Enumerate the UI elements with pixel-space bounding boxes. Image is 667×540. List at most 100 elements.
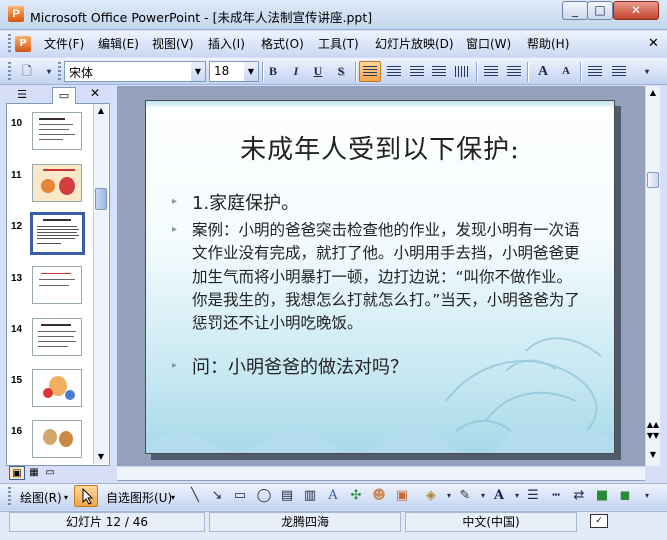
bold-button[interactable]: B: [262, 61, 284, 82]
next-slide-icon[interactable]: ▼▼: [646, 431, 660, 440]
toolbar-grip-handle[interactable]: [8, 62, 11, 82]
slide-sorter-view-button[interactable]: ▦: [26, 466, 42, 480]
decrease-font-button[interactable]: A: [555, 61, 577, 82]
slide-vertical-scrollbar[interactable]: ▲ ▲▲ ▼▼ ▼: [645, 86, 660, 466]
window-title: Microsoft Office PowerPoint - [未成年人法制宣传讲…: [30, 10, 373, 25]
autoshapes-menu-button[interactable]: 自选图形(U): [106, 489, 172, 506]
font-size-select[interactable]: 18 ▼: [209, 61, 259, 82]
toolbar-options-icon[interactable]: ▾: [638, 488, 656, 504]
fill-color-icon[interactable]: ◈: [422, 488, 440, 504]
slide-thumbnail-12[interactable]: [30, 212, 85, 255]
3d-style-icon[interactable]: ◼: [616, 488, 634, 504]
slide-thumbnail-11[interactable]: [32, 164, 82, 202]
normal-view-button[interactable]: ▣: [9, 466, 25, 480]
maximize-button[interactable]: □: [587, 1, 613, 20]
menu-grip-handle[interactable]: [8, 34, 11, 54]
bullet-icon: ▸: [172, 196, 178, 207]
chevron-down-icon[interactable]: ▾: [171, 493, 175, 502]
column-layout-button[interactable]: [451, 61, 473, 82]
slide-thumbnail-14[interactable]: [32, 318, 82, 356]
slides-icon: ▭: [58, 89, 70, 102]
slide-thumbnail-16[interactable]: [32, 420, 82, 458]
diagram-icon[interactable]: ✣: [347, 488, 365, 504]
columns-icon: [455, 66, 469, 77]
minimize-button[interactable]: _: [562, 1, 588, 20]
powerpoint-app-icon[interactable]: P: [8, 6, 24, 22]
chevron-down-icon[interactable]: ▼: [244, 62, 258, 81]
slide-title[interactable]: 未成年人受到以下保护:: [146, 129, 614, 166]
slides-panel-scrollbar[interactable]: ▲ ▼: [93, 104, 108, 464]
menu-window[interactable]: 窗口(W): [466, 36, 511, 52]
tab-slides[interactable]: ▭: [52, 87, 76, 104]
numbering-button[interactable]: [480, 61, 502, 82]
document-icon[interactable]: P: [15, 36, 31, 52]
font-name-select[interactable]: 宋体 ▼: [64, 61, 206, 82]
toolbar-options-icon[interactable]: ▾: [636, 61, 658, 82]
panel-close-icon[interactable]: ✕: [90, 86, 100, 100]
bullets-button[interactable]: [503, 61, 525, 82]
line-color-icon[interactable]: ✎: [456, 488, 474, 504]
picture-icon[interactable]: ▣: [393, 488, 411, 504]
menu-tools[interactable]: 工具(T): [318, 36, 359, 52]
draw-menu-button[interactable]: 绘图(R): [20, 489, 62, 506]
close-button[interactable]: ✕: [613, 1, 659, 20]
slide-thumbnail-15[interactable]: [32, 369, 82, 407]
shadow-style-icon[interactable]: ■: [593, 488, 611, 504]
bullet-text-3[interactable]: 问：小明爸爸的做法对吗？: [192, 353, 584, 379]
scroll-up-icon[interactable]: ▲: [94, 104, 108, 118]
slide-horizontal-scrollbar[interactable]: [117, 466, 645, 480]
scroll-down-icon[interactable]: ▼: [646, 450, 660, 459]
menu-help[interactable]: 帮助(H): [527, 36, 569, 52]
chevron-down-icon[interactable]: ▾: [64, 493, 68, 502]
font-color-icon[interactable]: A: [490, 488, 508, 504]
slide-thumbnail-10[interactable]: [32, 112, 82, 150]
bullet-list-icon: [507, 66, 521, 77]
distributed-align-button[interactable]: [428, 61, 450, 82]
dash-style-icon[interactable]: ┅: [547, 488, 565, 504]
bullet-text-2[interactable]: 案例：小明的爸爸突击检查他的作业，发现小明有一次语文作业没有完成，就打了他。小明…: [192, 219, 584, 335]
increase-font-button[interactable]: A: [532, 61, 554, 82]
scroll-thumb[interactable]: [95, 188, 107, 210]
increase-indent-button[interactable]: [608, 61, 630, 82]
toolbar-grip-handle[interactable]: [8, 487, 11, 507]
menu-view[interactable]: 视图(V): [152, 36, 194, 52]
underline-button[interactable]: U: [307, 61, 329, 82]
line-tool-icon[interactable]: ╲: [186, 488, 204, 504]
menu-format[interactable]: 格式(O): [261, 36, 304, 52]
shadow-button[interactable]: S: [330, 61, 352, 82]
arrow-tool-icon[interactable]: ↘: [208, 488, 226, 504]
toolbar-options-icon[interactable]: ▾: [38, 61, 60, 82]
align-right-button[interactable]: [406, 61, 428, 82]
scroll-thumb[interactable]: [647, 172, 659, 188]
new-document-icon[interactable]: 🗋: [16, 61, 38, 82]
line-style-icon[interactable]: ☰: [524, 488, 542, 504]
textbox-tool-icon[interactable]: ▤: [278, 488, 296, 504]
italic-button[interactable]: I: [285, 61, 307, 82]
menu-file[interactable]: 文件(F): [44, 36, 84, 52]
menu-edit[interactable]: 编辑(E): [98, 36, 139, 52]
vertical-textbox-icon[interactable]: ▥: [301, 488, 319, 504]
scroll-down-icon[interactable]: ▼: [94, 450, 108, 464]
menu-insert[interactable]: 插入(I): [208, 36, 245, 52]
align-center-button[interactable]: [383, 61, 405, 82]
slide-canvas[interactable]: 未成年人受到以下保护: ▸ 1.家庭保护。 ▸ 案例：小明的爸爸突击检查他的作业…: [145, 100, 615, 454]
document-close-icon[interactable]: ✕: [648, 36, 659, 51]
scroll-up-icon[interactable]: ▲: [646, 88, 660, 97]
decrease-indent-button[interactable]: [584, 61, 606, 82]
tab-outline[interactable]: ☰: [10, 87, 34, 104]
slideshow-view-button[interactable]: ▭: [42, 466, 58, 480]
slide-thumbnail-13[interactable]: [32, 266, 82, 304]
select-objects-button[interactable]: [74, 485, 98, 507]
wordart-icon[interactable]: A: [324, 488, 342, 504]
toolbar-grip-handle[interactable]: [58, 62, 61, 82]
chevron-down-icon[interactable]: ▼: [191, 62, 205, 81]
clipart-icon[interactable]: ☻: [370, 488, 388, 504]
oval-tool-icon[interactable]: ◯: [255, 488, 273, 504]
previous-slide-icon[interactable]: ▲▲: [646, 420, 660, 429]
menu-slideshow[interactable]: 幻灯片放映(D): [375, 36, 454, 52]
align-left-button[interactable]: [359, 61, 381, 82]
bullet-text-1[interactable]: 1.家庭保护。: [192, 189, 584, 215]
rectangle-tool-icon[interactable]: ▭: [231, 488, 249, 504]
arrow-style-icon[interactable]: ⇄: [570, 488, 588, 504]
spell-check-icon[interactable]: ✓: [590, 514, 608, 528]
